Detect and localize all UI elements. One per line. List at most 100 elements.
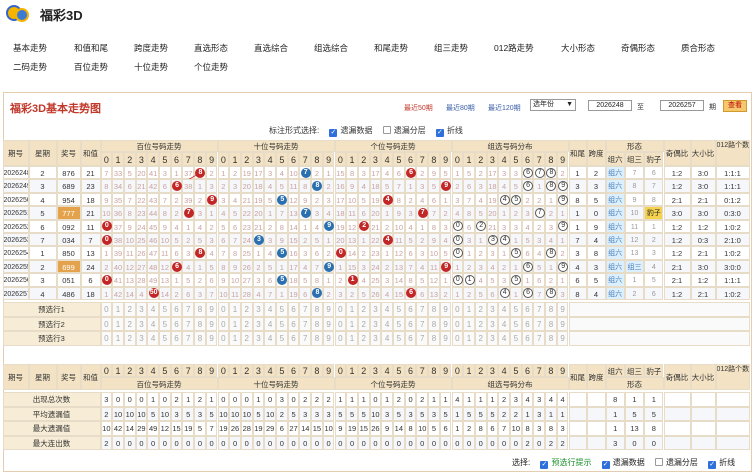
preselect-digit[interactable]: 1 — [229, 316, 241, 331]
checkbox-footer-line[interactable]: ✓ — [708, 461, 717, 469]
preselect-digit[interactable]: 6 — [170, 331, 183, 346]
preselect-digit[interactable]: 8 — [545, 316, 557, 331]
preselect-digit[interactable]: 5 — [159, 316, 171, 331]
nav-sum-tail[interactable]: 和值和尾 — [74, 42, 108, 54]
preselect-digit[interactable]: 1 — [229, 331, 241, 346]
preselect-digit[interactable]: 4 — [147, 302, 159, 317]
preselect-digit[interactable]: 7 — [533, 331, 546, 346]
preselect-digit[interactable]: 9 — [556, 316, 569, 331]
nav-tens[interactable]: 十位走势 — [134, 61, 168, 73]
nav-group3-trend[interactable]: 组三走势 — [434, 42, 468, 54]
nav-big-small[interactable]: 大小形态 — [561, 42, 595, 54]
preselect-digit[interactable]: 5 — [276, 331, 288, 346]
preselect-digit[interactable]: 4 — [498, 331, 510, 346]
checkbox-footer-miss-data[interactable]: ✓ — [601, 461, 610, 469]
preselect-digit[interactable]: 7 — [416, 331, 429, 346]
preselect-digit[interactable]: 0 — [217, 302, 230, 317]
preselect-digit[interactable]: 8 — [545, 302, 557, 317]
preselect-digit[interactable]: 2 — [240, 302, 253, 317]
checkbox-line[interactable]: ✓ — [435, 129, 444, 137]
preselect-digit[interactable]: 3 — [252, 316, 265, 331]
preselect-digit[interactable]: 6 — [521, 331, 534, 346]
preselect-digit[interactable]: 6 — [170, 302, 183, 317]
preselect-digit[interactable]: 7 — [299, 316, 312, 331]
preselect-digit[interactable]: 8 — [311, 302, 323, 317]
preselect-digit[interactable]: 3 — [369, 331, 382, 346]
preselect-digit[interactable]: 2 — [240, 316, 253, 331]
preselect-digit[interactable]: 5 — [276, 302, 288, 317]
preselect-digit[interactable]: 6 — [287, 316, 300, 331]
from-period-input[interactable]: 2026248 — [588, 100, 632, 111]
preselect-digit[interactable]: 1 — [112, 316, 124, 331]
preselect-digit[interactable]: 6 — [521, 302, 534, 317]
preselect-digit[interactable]: 1 — [463, 331, 475, 346]
preselect-digit[interactable]: 2 — [357, 316, 370, 331]
preselect-digit[interactable]: 0 — [334, 302, 347, 317]
preselect-digit[interactable]: 8 — [428, 316, 440, 331]
preselect-digit[interactable]: 9 — [205, 331, 218, 346]
preselect-digit[interactable]: 1 — [229, 302, 241, 317]
nav-direct-shape[interactable]: 直选形态 — [194, 42, 228, 54]
preselect-digit[interactable]: 7 — [533, 302, 546, 317]
preselect-digit[interactable]: 9 — [439, 302, 452, 317]
preselect-digit[interactable]: 1 — [112, 331, 124, 346]
preselect-digit[interactable]: 1 — [463, 316, 475, 331]
preselect-digit[interactable]: 1 — [112, 302, 124, 317]
checkbox-footer-miss-layer[interactable] — [654, 458, 663, 466]
preselect-digit[interactable]: 4 — [264, 316, 276, 331]
preselect-digit[interactable]: 4 — [381, 316, 393, 331]
preselect-digit[interactable]: 2 — [357, 331, 370, 346]
preselect-digit[interactable]: 3 — [369, 316, 382, 331]
preselect-digit[interactable]: 9 — [439, 331, 452, 346]
preselect-digit[interactable]: 3 — [486, 316, 499, 331]
nav-group-combo[interactable]: 组选综合 — [314, 42, 348, 54]
nav-012-trend[interactable]: 012路走势 — [494, 42, 534, 54]
preselect-digit[interactable]: 2 — [123, 316, 136, 331]
preselect-digit[interactable]: 6 — [170, 316, 183, 331]
preselect-digit[interactable]: 4 — [264, 302, 276, 317]
preselect-digit[interactable]: 3 — [486, 331, 499, 346]
preselect-digit[interactable]: 9 — [205, 302, 218, 317]
preselect-digit[interactable]: 2 — [240, 331, 253, 346]
preselect-digit[interactable]: 0 — [334, 316, 347, 331]
nav-span-trend[interactable]: 跨度走势 — [134, 42, 168, 54]
preselect-digit[interactable]: 7 — [182, 302, 195, 317]
preselect-digit[interactable]: 7 — [416, 316, 429, 331]
preselect-digit[interactable]: 3 — [369, 302, 382, 317]
preselect-digit[interactable]: 3 — [135, 316, 148, 331]
preselect-digit[interactable]: 0 — [100, 316, 113, 331]
preselect-digit[interactable]: 2 — [474, 316, 487, 331]
preselect-digit[interactable]: 9 — [322, 302, 335, 317]
year-select[interactable]: 选年份 ▼ — [530, 99, 576, 111]
nav-hundreds[interactable]: 百位走势 — [74, 61, 108, 73]
preselect-digit[interactable]: 3 — [486, 302, 499, 317]
preselect-digit[interactable]: 8 — [194, 302, 206, 317]
preselect-digit[interactable]: 5 — [393, 302, 405, 317]
nav-units[interactable]: 个位走势 — [194, 61, 228, 73]
preselect-digit[interactable]: 6 — [404, 302, 417, 317]
preselect-digit[interactable]: 4 — [147, 316, 159, 331]
preselect-digit[interactable]: 8 — [311, 316, 323, 331]
preselect-digit[interactable]: 8 — [311, 331, 323, 346]
preselect-digit[interactable]: 1 — [463, 302, 475, 317]
preselect-digit[interactable]: 1 — [346, 302, 358, 317]
preselect-digit[interactable]: 9 — [556, 331, 569, 346]
checkbox-miss-data[interactable]: ✓ — [329, 129, 338, 137]
preselect-digit[interactable]: 0 — [451, 331, 464, 346]
preselect-digit[interactable]: 4 — [381, 331, 393, 346]
link-recent-120[interactable]: 最近120期 — [488, 103, 521, 113]
preselect-digit[interactable]: 9 — [439, 316, 452, 331]
nav-two-code[interactable]: 二码走势 — [13, 61, 47, 73]
preselect-digit[interactable]: 5 — [276, 316, 288, 331]
preselect-digit[interactable]: 7 — [533, 316, 546, 331]
preselect-digit[interactable]: 3 — [252, 302, 265, 317]
preselect-digit[interactable]: 0 — [451, 302, 464, 317]
preselect-digit[interactable]: 5 — [510, 316, 522, 331]
preselect-digit[interactable]: 5 — [510, 331, 522, 346]
preselect-digit[interactable]: 0 — [100, 331, 113, 346]
preselect-digit[interactable]: 5 — [159, 302, 171, 317]
preselect-digit[interactable]: 9 — [322, 316, 335, 331]
preselect-digit[interactable]: 4 — [147, 331, 159, 346]
preselect-digit[interactable]: 2 — [123, 302, 136, 317]
preselect-digit[interactable]: 2 — [123, 331, 136, 346]
